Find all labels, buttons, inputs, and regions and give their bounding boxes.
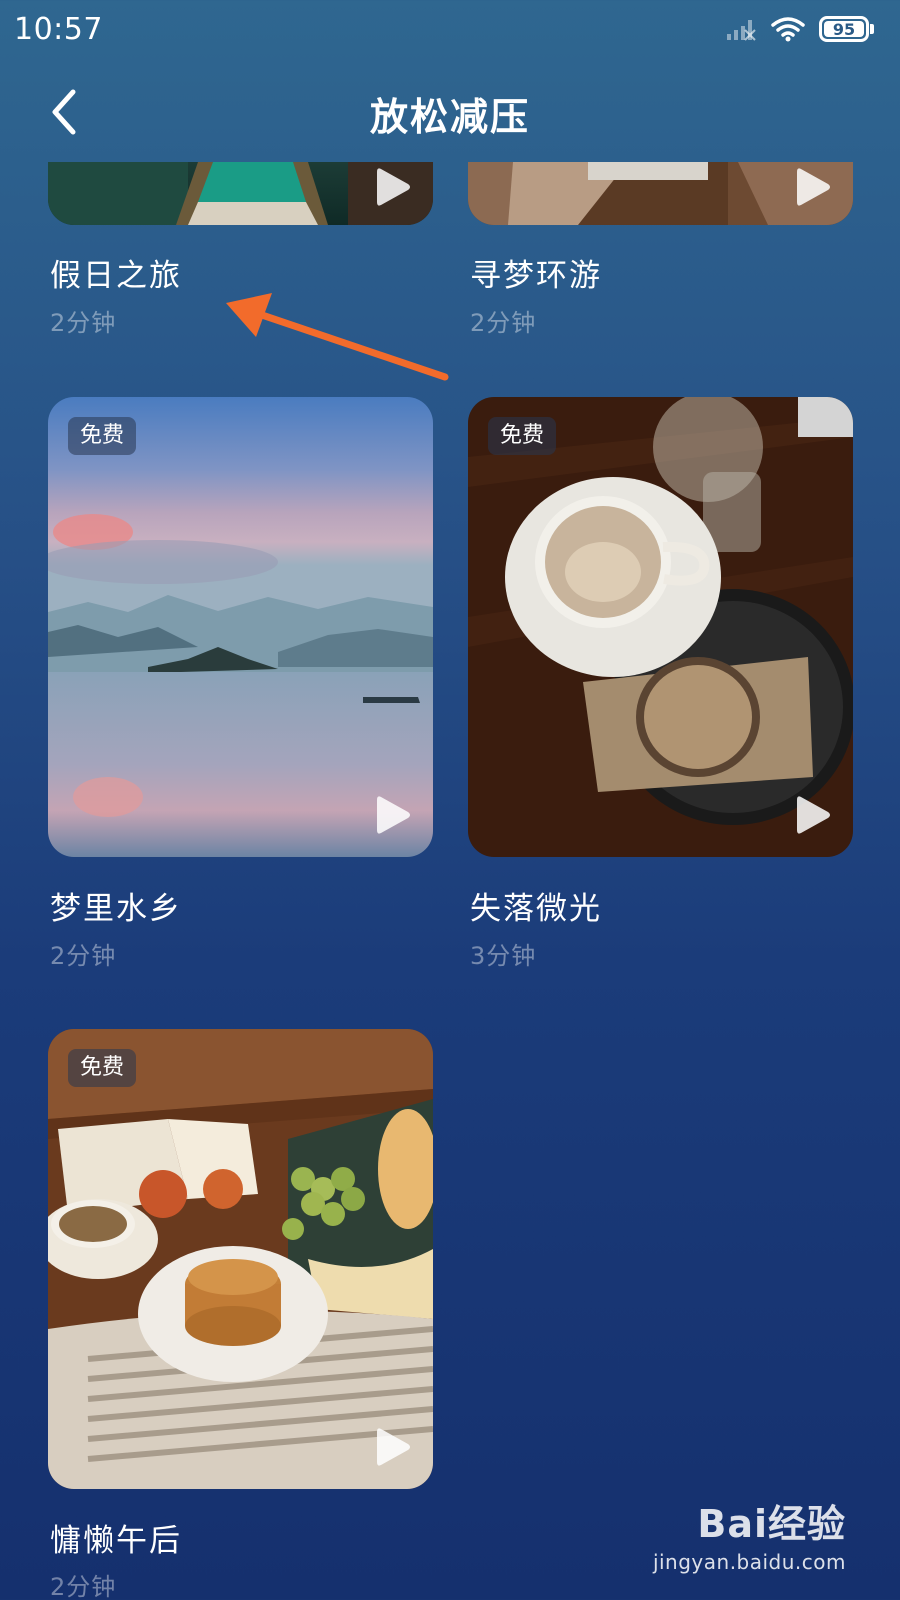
status-icons: 95 xyxy=(725,16,874,42)
item-title[interactable]: 失落微光 xyxy=(470,883,602,928)
free-badge: 免费 xyxy=(68,1049,137,1087)
watermark: Bai经验 jingyan.baidu.com xyxy=(653,1493,846,1574)
thumbnail-breakfast-table xyxy=(48,1029,433,1489)
item-duration: 2分钟 xyxy=(50,942,117,970)
free-badge: 免费 xyxy=(68,417,137,455)
thumbnail-misty-lake xyxy=(48,397,433,857)
card-item-2[interactable] xyxy=(468,162,853,225)
item-duration: 2分钟 xyxy=(50,1573,117,1600)
play-icon[interactable] xyxy=(793,165,833,209)
wifi-icon xyxy=(771,17,805,42)
play-icon[interactable] xyxy=(793,793,833,837)
free-badge: 免费 xyxy=(488,417,557,455)
play-icon[interactable] xyxy=(373,1425,413,1469)
play-icon[interactable] xyxy=(373,793,413,837)
card-item-5[interactable]: 免费 xyxy=(48,1029,433,1489)
status-bar: 10:57 95 xyxy=(0,0,900,62)
page-title: 放松减压 xyxy=(369,95,530,139)
thumbnail-coffee-table xyxy=(468,397,853,857)
card-item-3[interactable]: 免费 xyxy=(48,397,433,857)
item-duration: 2分钟 xyxy=(50,309,117,337)
item-duration: 3分钟 xyxy=(470,942,537,970)
item-title[interactable]: 假日之旅 xyxy=(50,250,182,295)
item-title[interactable]: 梦里水乡 xyxy=(50,883,182,928)
watermark-logo: Bai经验 xyxy=(697,1502,846,1546)
item-duration: 2分钟 xyxy=(470,309,537,337)
item-title[interactable]: 寻梦环游 xyxy=(470,250,602,295)
battery-icon: 95 xyxy=(819,16,874,42)
card-item-1[interactable] xyxy=(48,162,433,225)
card-item-4[interactable]: 免费 xyxy=(468,397,853,857)
nav-bar: 放松减压 xyxy=(0,70,900,154)
play-icon[interactable] xyxy=(373,165,413,209)
signal-icon xyxy=(727,20,756,41)
watermark-url: jingyan.baidu.com xyxy=(652,1550,846,1574)
item-title[interactable]: 慵懒午后 xyxy=(50,1515,182,1560)
battery-level: 95 xyxy=(824,20,864,39)
status-time: 10:57 xyxy=(14,12,103,47)
